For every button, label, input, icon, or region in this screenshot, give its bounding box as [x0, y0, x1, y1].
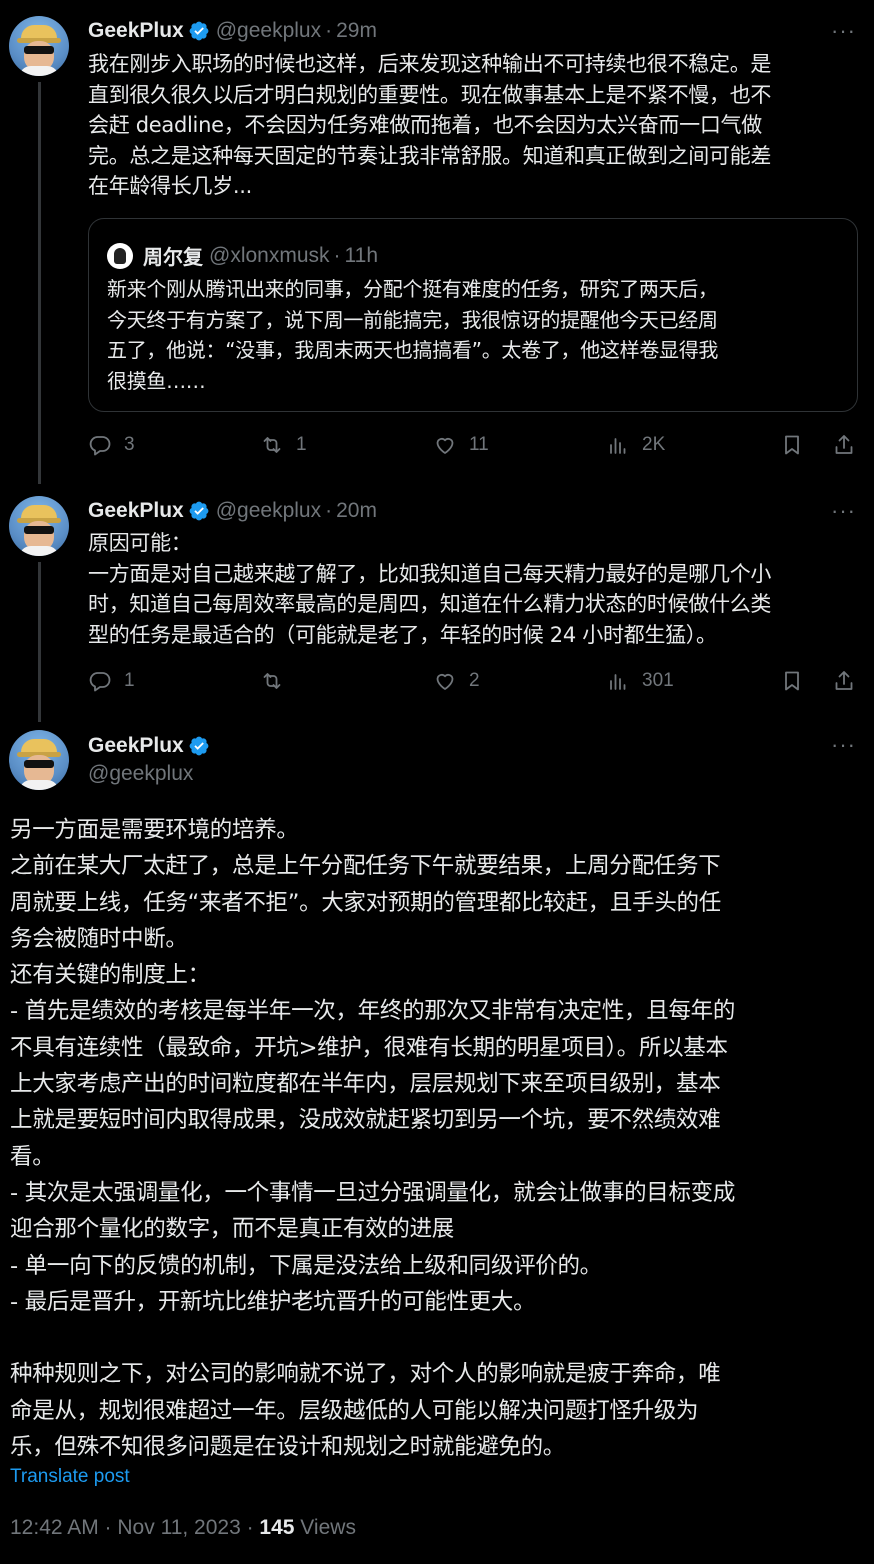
author-name[interactable]: GeekPlux [88, 734, 184, 758]
bookmark-button[interactable] [780, 430, 804, 460]
quote-avatar [107, 242, 133, 269]
share-button[interactable] [832, 430, 856, 460]
translate-post-link[interactable]: Translate post [10, 1466, 130, 1488]
tweet-header: GeekPlux @geekplux · 20m [88, 498, 854, 524]
reply-count: 3 [124, 434, 135, 455]
bookmark-button[interactable] [780, 666, 804, 696]
views-button[interactable]: 2K [606, 430, 665, 460]
repost-button[interactable] [260, 666, 296, 696]
reply-button[interactable]: 3 [88, 430, 135, 460]
author-name[interactable]: GeekPlux [88, 18, 184, 44]
quote-time: 11h [344, 243, 378, 267]
repost-icon [263, 437, 281, 453]
repost-button[interactable]: 1 [260, 430, 307, 460]
like-button[interactable]: 2 [433, 666, 480, 696]
view-count: 301 [642, 670, 674, 691]
quote-header: 周尔复 @xlonxmusk · 11h [107, 241, 378, 270]
heart-icon [436, 673, 454, 690]
author-name[interactable]: GeekPlux [88, 498, 184, 524]
share-icon [835, 671, 853, 690]
heart-icon [436, 437, 454, 454]
avatar[interactable] [9, 730, 69, 790]
like-count: 2 [469, 670, 480, 691]
tweet-text: 原因可能： 一方面是对自己越来越了解了，比如我知道自己每天精力最好的是哪几个小 … [88, 531, 772, 647]
action-bar: 1 2 301 [88, 666, 856, 696]
repost-icon [263, 673, 281, 689]
bookmark-icon [785, 671, 799, 691]
share-icon [835, 435, 853, 454]
reply-icon [89, 436, 111, 456]
author-handle[interactable]: @geekplux [216, 498, 321, 524]
views-label: Views [294, 1516, 356, 1539]
analytics-icon [610, 674, 626, 690]
tweet-text: 另一方面是需要环境的培养。 之前在某大厂太赶了，总是上午分配任务下午就要结果，上… [10, 817, 736, 1461]
separator-dot: · [325, 499, 333, 522]
avatar[interactable] [9, 16, 69, 76]
verified-badge-icon [189, 21, 209, 41]
tweet-header: GeekPlux @geekplux [88, 732, 216, 786]
post-time[interactable]: 29m [336, 18, 377, 44]
tweet-text: 我在刚步入职场的时候也这样，后来发现这种输出不可持续也很不稳定。是 直到很久很久… [88, 52, 772, 198]
analytics-icon [610, 438, 626, 454]
bookmark-icon [785, 435, 799, 455]
more-options-icon[interactable]: ··· [831, 18, 856, 44]
post-metadata: 12:42 AM · Nov 11, 2023 · 145 Views [10, 1516, 356, 1540]
like-button[interactable]: 11 [433, 430, 489, 460]
tweet[interactable]: GeekPlux @geekplux · 29m ··· 我在刚步入职场的时候也… [0, 0, 874, 480]
share-button[interactable] [832, 666, 856, 696]
separator-dot: · [325, 19, 333, 42]
tweet-header: GeekPlux @geekplux · 29m [88, 18, 854, 44]
verified-badge-icon [189, 736, 209, 756]
reply-button[interactable]: 1 [88, 666, 135, 696]
author-handle[interactable]: @geekplux [216, 18, 321, 44]
main-tweet: GeekPlux @geekplux ··· 另一方面是需要环境的培养。 之前在… [0, 720, 874, 1564]
avatar[interactable] [9, 496, 69, 556]
author-handle[interactable]: @geekplux [88, 762, 216, 786]
like-count: 11 [469, 434, 489, 455]
reply-icon [89, 672, 111, 692]
view-count: 2K [642, 434, 666, 455]
repost-count: 1 [296, 434, 307, 455]
post-time[interactable]: 20m [336, 498, 377, 524]
action-bar: 3 1 11 2K [88, 430, 856, 460]
verified-badge-icon [189, 501, 209, 521]
quote-author-handle: @xlonxmusk [209, 243, 330, 267]
quote-text: 新来个刚从腾讯出来的同事，分配个挺有难度的任务，研究了两天后， 今天终于有方案了… [107, 277, 719, 393]
post-timestamp[interactable]: 12:42 AM · Nov 11, 2023 · [10, 1516, 259, 1539]
quote-author-name: 周尔复 [143, 245, 203, 269]
more-options-icon[interactable]: ··· [831, 498, 856, 524]
views-button[interactable]: 301 [606, 666, 674, 696]
views-count: 145 [259, 1516, 295, 1539]
tweet[interactable]: GeekPlux @geekplux · 20m ··· 原因可能： 一方面是对… [0, 480, 874, 720]
separator-dot: · [333, 243, 341, 267]
more-options-icon[interactable]: ··· [831, 732, 856, 758]
quoted-tweet[interactable]: 周尔复 @xlonxmusk · 11h 新来个刚从腾讯出来的同事，分配个挺有难… [88, 218, 858, 412]
reply-count: 1 [124, 670, 135, 691]
